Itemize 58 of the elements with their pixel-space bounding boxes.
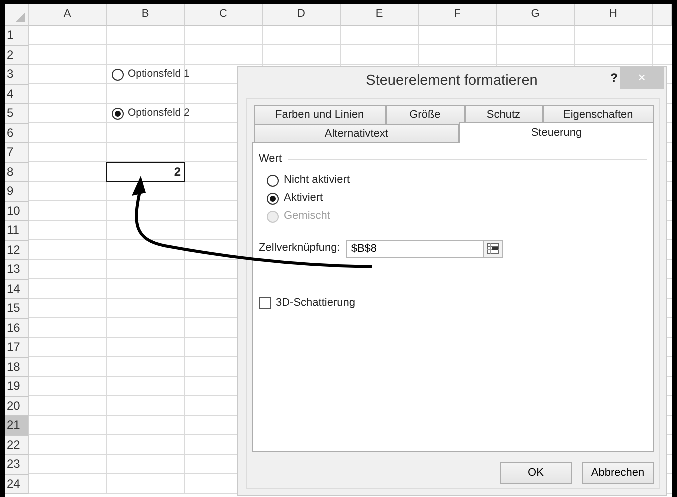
window-title: Steuerelement formatieren: [366, 72, 538, 92]
radio-label: Gemischt: [284, 209, 330, 224]
group-label: Wert: [259, 152, 282, 167]
tab[interactable]: Farben und Linien: [254, 105, 386, 124]
option-label: Optionsfeld 2: [128, 106, 190, 121]
triangle-icon: [16, 13, 25, 22]
row-header[interactable]: 15: [5, 299, 29, 318]
cell-picker-icon: [487, 243, 500, 254]
tab[interactable]: Größe: [386, 105, 465, 124]
row-header[interactable]: 18: [5, 358, 29, 377]
row-header[interactable]: 23: [5, 455, 29, 474]
column-header[interactable]: H: [575, 4, 653, 26]
row-header[interactable]: 8: [5, 162, 29, 182]
row-header[interactable]: 16: [5, 318, 29, 338]
field-label: Zellverknüpfung:: [259, 241, 340, 256]
row-header[interactable]: 20: [5, 396, 29, 416]
row-header[interactable]: 21: [5, 416, 29, 436]
row-header[interactable]: 3: [5, 65, 29, 84]
row-header[interactable]: 6: [5, 124, 29, 143]
row-header[interactable]: 5: [5, 104, 29, 124]
tab[interactable]: Alternativtext: [254, 124, 460, 143]
option-label: Optionsfeld 1: [128, 66, 190, 82]
collapse-dialog-button[interactable]: [483, 240, 504, 258]
row-header[interactable]: 1: [5, 26, 29, 46]
radio-button[interactable]: [267, 174, 279, 186]
cell-link-field[interactable]: $B$8: [346, 240, 484, 258]
row-header[interactable]: 17: [5, 338, 29, 358]
ok-button[interactable]: OK: [500, 462, 572, 484]
radio-label: Nicht aktiviert: [284, 173, 350, 188]
option-button[interactable]: [112, 68, 124, 81]
row-header[interactable]: 12: [5, 240, 29, 260]
option-button[interactable]: [112, 108, 124, 120]
radio-label: Aktiviert: [284, 191, 324, 206]
row-header[interactable]: 24: [5, 474, 29, 494]
column-header[interactable]: E: [341, 4, 419, 26]
radio-button[interactable]: [267, 192, 279, 204]
checkbox-label: 3D-Schattierung: [276, 296, 356, 310]
column-header[interactable]: C: [185, 4, 263, 26]
row-header[interactable]: 10: [5, 202, 29, 221]
row-header[interactable]: 9: [5, 182, 29, 202]
column-header[interactable]: B: [107, 4, 185, 26]
row-header[interactable]: 13: [5, 260, 29, 280]
row-header[interactable]: 19: [5, 377, 29, 396]
row-header[interactable]: 11: [5, 221, 29, 240]
row-header[interactable]: 22: [5, 436, 29, 455]
row-header[interactable]: 14: [5, 280, 29, 299]
column-header[interactable]: F: [419, 4, 497, 26]
row-header[interactable]: 7: [5, 143, 29, 162]
cancel-button[interactable]: Abbrechen: [582, 462, 654, 484]
row-header[interactable]: 2: [5, 46, 29, 65]
column-header[interactable]: A: [29, 4, 107, 26]
column-header[interactable]: D: [263, 4, 341, 26]
help-button[interactable]: ?: [610, 69, 618, 87]
row-header[interactable]: 4: [5, 84, 29, 104]
tab[interactable]: Steuerung: [459, 122, 654, 143]
column-header[interactable]: G: [497, 4, 575, 26]
cell-value: 2: [106, 162, 185, 182]
checkbox[interactable]: [259, 296, 271, 309]
